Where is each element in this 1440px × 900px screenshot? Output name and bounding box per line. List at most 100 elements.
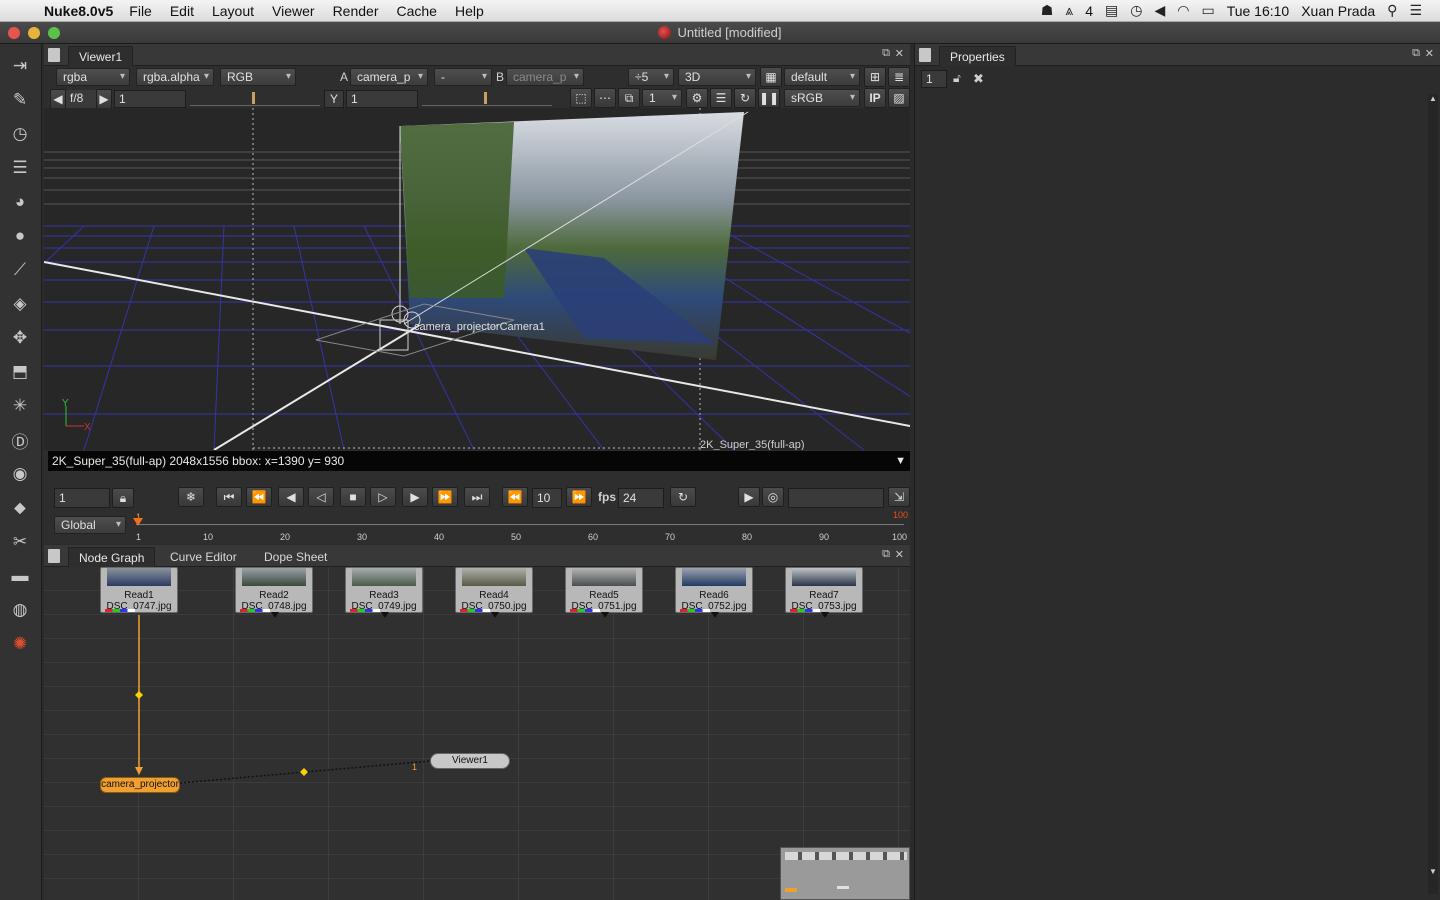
guides-icon[interactable]: ⋯ [594,88,616,108]
zoom-window-button[interactable] [48,27,60,39]
frame-lock-icon[interactable]: 🔒︎ [112,488,134,508]
read7-node[interactable]: Read7 DSC_0753.jpg [785,567,863,618]
toolbar-toggle-icon[interactable]: ⇥ [8,54,32,78]
proxy-icon[interactable]: ⧉ [618,88,640,108]
menu-help[interactable]: Help [455,3,484,19]
ofx-icon[interactable]: ✺ [8,632,32,656]
properties-scrollbar[interactable]: ▲ ▼ [1428,94,1438,894]
viewer-input-icon[interactable]: ⇲ [888,487,910,507]
menu-viewer[interactable]: Viewer [272,3,315,19]
tab-properties[interactable]: Properties [939,46,1016,66]
flipbook-icon[interactable]: ▶ [738,487,760,507]
fstop-decrease-icon[interactable]: ◀ [50,89,66,109]
toolsets-icon[interactable]: ✂ [8,530,32,554]
minimize-window-button[interactable] [28,27,40,39]
panel-grip-icon[interactable] [919,48,931,62]
stop-icon[interactable]: ■ [340,487,366,507]
battery-icon[interactable]: ▭ [1201,2,1214,19]
tab-viewer1[interactable]: Viewer1 [68,46,134,66]
gamma-slider[interactable] [422,92,552,106]
proxy-level-dropdown[interactable]: 1 [642,89,682,107]
tab-node-graph[interactable]: Node Graph [68,547,156,567]
time-machine-icon[interactable]: ◷ [1130,2,1142,19]
pipe-dot[interactable] [300,768,308,776]
deep-icon[interactable]: Ⓓ [8,428,32,452]
gamma-slider-handle[interactable] [484,92,487,104]
viewer-lut-dropdown[interactable]: sRGB [784,89,860,107]
output-arrow[interactable] [821,612,829,618]
skip-forward-icon[interactable]: ⏩ [566,487,592,507]
menu-render[interactable]: Render [333,3,379,19]
view-mode-dropdown[interactable]: 3D [678,68,756,86]
read5-node[interactable]: Read5 DSC_0751.jpg [565,567,643,618]
read4-node[interactable]: Read4 DSC_0750.jpg [455,567,533,618]
camera-projector-node[interactable]: camera_projector [100,777,180,793]
panel-grip-icon[interactable] [48,48,60,62]
next-keyframe-icon[interactable]: ⏩ [432,487,458,507]
float-panel-icon[interactable]: ⧉ [882,548,890,561]
output-arrow[interactable] [601,612,609,618]
fstop-field[interactable]: f/8 [66,90,96,108]
info-expand-icon[interactable]: ▼ [895,451,906,471]
wipe-icon[interactable]: ⊞ [864,67,886,87]
frame-increment-field[interactable]: 10 [532,488,562,508]
float-panel-icon[interactable]: ⧉ [1412,47,1420,60]
furnace-icon[interactable]: ◍ [8,598,32,622]
keyer-icon[interactable]: ⟋ [8,258,32,282]
output-arrow[interactable] [491,612,499,618]
viewer1-node[interactable]: Viewer1 [430,753,510,769]
node-graph-navigator[interactable] [780,847,910,900]
metadata-icon[interactable]: ⬥ [8,496,32,520]
gain-slider[interactable] [190,92,320,106]
gain-field[interactable]: 1 [114,90,186,108]
roi-icon[interactable]: ⬚ [570,88,592,108]
menu-cache[interactable]: Cache [396,3,436,19]
viewer-3d-viewport[interactable]: camera_projectorCamera1 2K_Super_35(full… [44,108,910,450]
camera-dropdown[interactable]: default [784,68,860,86]
close-panel-icon[interactable]: ✕ [895,47,904,60]
menu-edit[interactable]: Edit [170,3,194,19]
gain-slider-handle[interactable] [252,92,255,104]
particles-icon[interactable]: ✳ [8,394,32,418]
fps-field[interactable]: 24 [618,488,664,508]
viewer-settings-icon[interactable]: ≣ [888,67,910,87]
output-arrow[interactable] [271,612,279,618]
memory-icon[interactable]: ▤ [1105,2,1118,19]
close-panel-icon[interactable]: ✕ [1425,47,1434,60]
compare-op-dropdown[interactable]: - [434,68,492,86]
play-forward-icon[interactable]: ▷ [370,487,396,507]
skip-back-icon[interactable]: ⏪ [502,487,528,507]
evernote-icon[interactable]: ☗ [1041,2,1054,19]
gamma-field[interactable]: 1 [346,90,418,108]
next-frame-icon[interactable]: ▶ [402,487,428,507]
float-panel-icon[interactable]: ⧉ [882,47,890,60]
tab-dope-sheet[interactable]: Dope Sheet [254,547,337,567]
spotlight-icon[interactable]: ⚲ [1387,2,1397,19]
close-panel-icon[interactable]: ✕ [895,548,904,561]
pipe-dot[interactable] [135,691,143,699]
playback-range-field[interactable] [788,488,884,508]
prev-keyframe-icon[interactable]: ⏪ [246,487,272,507]
clip-warning-icon[interactable]: ☰ [710,88,732,108]
refresh-icon[interactable]: ↻ [734,88,756,108]
max-panels-field[interactable]: 1 [921,70,947,88]
a-input-dropdown[interactable]: camera_p [350,68,428,86]
menu-layout[interactable]: Layout [212,3,254,19]
display-channel-dropdown[interactable]: RGB [220,68,296,86]
scroll-down-icon[interactable]: ▼ [1429,867,1437,876]
3d-icon[interactable]: ⬒ [8,360,32,384]
lock-camera-icon[interactable]: ▦ [760,67,782,87]
timeline-playhead[interactable] [133,518,143,526]
filter-icon[interactable]: ● [8,224,32,248]
other-icon[interactable]: ▬ [8,564,32,588]
render-icon[interactable]: ◎ [762,487,784,507]
pause-icon[interactable]: ❚❚ [758,88,780,108]
monitor-output-icon[interactable]: ▨ [888,88,910,108]
alpha-channel-dropdown[interactable]: rgba.alpha [136,68,214,86]
menu-app-name[interactable]: Nuke8.0v5 [44,3,113,19]
fstop-increase-icon[interactable]: ▶ [96,89,112,109]
notification-center-icon[interactable]: ☰ [1409,2,1422,19]
read2-node[interactable]: Read2 DSC_0748.jpg [235,567,313,618]
pin-lock-icon[interactable]: 🔓︎ [953,71,961,86]
color-icon[interactable]: ◕ [8,190,32,214]
